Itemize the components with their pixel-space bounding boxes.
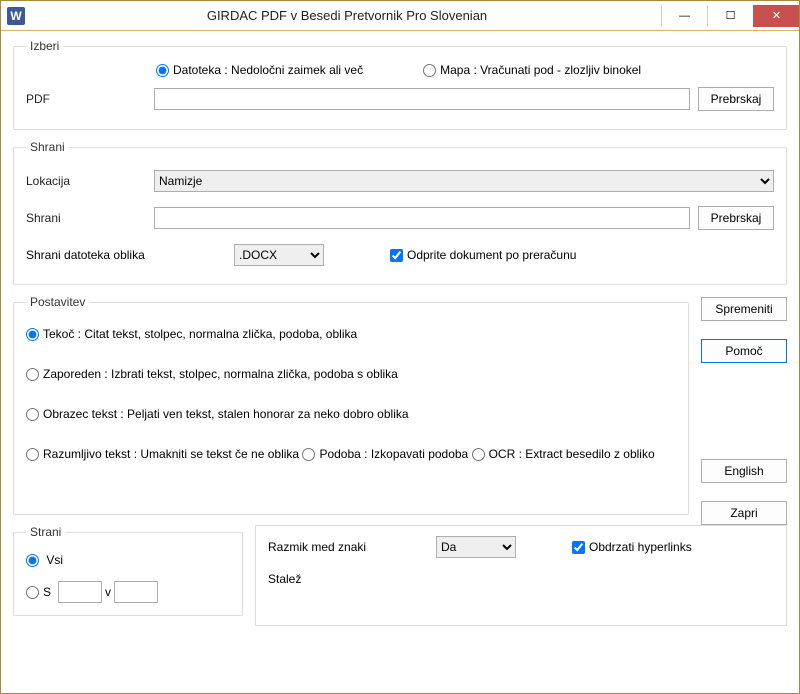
titlebar: W GIRDAC PDF v Besedi Pretvornik Pro Slo…	[1, 1, 799, 31]
strani-to-input[interactable]	[114, 581, 158, 603]
postavitev-legend: Postavitev	[26, 295, 89, 309]
maximize-button[interactable]: ☐	[707, 5, 753, 27]
open-after-label: Odprite dokument po preračunu	[407, 248, 576, 262]
radio-mapa-label: Mapa : Vračunati pod - zlozljiv binokel	[440, 63, 641, 77]
radio-ocr[interactable]: OCR : Extract besedilo z obliko	[472, 447, 655, 461]
radio-podoba-input[interactable]	[302, 448, 315, 461]
radio-mapa-input[interactable]	[423, 64, 436, 77]
shrani-legend: Shrani	[26, 140, 69, 154]
radio-s[interactable]: S v	[26, 581, 158, 603]
lokacija-select[interactable]: Namizje	[154, 170, 774, 192]
strani-v-label: v	[105, 585, 111, 599]
radio-obrazec[interactable]: Obrazec tekst : Peljati ven tekst, stale…	[26, 407, 409, 421]
radio-vsi[interactable]: Vsi	[26, 553, 230, 567]
radio-razumljivo-label: Razumljivo tekst : Umakniti se tekst če …	[43, 447, 299, 461]
stalez-label: Stalež	[268, 572, 418, 586]
close-button[interactable]: ✕	[753, 5, 799, 27]
hyperlinks-label: Obdrzati hyperlinks	[589, 540, 692, 554]
radio-zaporeden-label: Zaporeden : Izbrati tekst, stolpec, norm…	[43, 367, 398, 381]
radio-podoba-label: Podoba : Izkopavati podoba	[319, 447, 468, 461]
radio-tekoc[interactable]: Tekoč : Citat tekst, stolpec, normalna z…	[26, 327, 357, 341]
radio-razumljivo-input[interactable]	[26, 448, 39, 461]
open-after-input[interactable]	[390, 249, 403, 262]
hyperlinks-checkbox[interactable]: Obdrzati hyperlinks	[572, 540, 692, 554]
english-button[interactable]: English	[701, 459, 787, 483]
radio-tekoc-input[interactable]	[26, 328, 39, 341]
radio-ocr-label: OCR : Extract besedilo z obliko	[489, 447, 655, 461]
pdf-input[interactable]	[154, 88, 690, 110]
radio-datoteka-label: Datoteka : Nedoločni zaimek ali več	[173, 63, 363, 77]
strani-legend: Strani	[26, 525, 65, 539]
app-icon: W	[7, 7, 25, 25]
radio-s-input[interactable]	[26, 586, 39, 599]
zapri-button[interactable]: Zapri	[701, 501, 787, 525]
razmik-label: Razmik med znaki	[268, 540, 418, 554]
radio-ocr-input[interactable]	[472, 448, 485, 461]
pdf-browse-button[interactable]: Prebrskaj	[698, 87, 774, 111]
radio-tekoc-label: Tekoč : Citat tekst, stolpec, normalna z…	[43, 327, 357, 341]
lokacija-label: Lokacija	[26, 174, 146, 188]
pdf-label: PDF	[26, 92, 146, 106]
razmik-select[interactable]: Da	[436, 536, 516, 558]
strani-group: Strani Vsi S v	[13, 525, 243, 616]
shrani-group: Shrani Lokacija Namizje Shrani Prebrskaj…	[13, 140, 787, 285]
open-after-checkbox[interactable]: Odprite dokument po preračunu	[390, 248, 576, 262]
minimize-button[interactable]: —	[661, 5, 707, 27]
radio-datoteka[interactable]: Datoteka : Nedoločni zaimek ali več	[156, 63, 363, 77]
pomoc-button[interactable]: Pomoč	[701, 339, 787, 363]
izberi-legend: Izberi	[26, 39, 63, 53]
radio-vsi-input[interactable]	[26, 554, 39, 567]
postavitev-group: Postavitev Tekoč : Citat tekst, stolpec,…	[13, 295, 689, 515]
strani-from-input[interactable]	[58, 581, 102, 603]
radio-s-label: S	[43, 585, 51, 599]
radio-obrazec-input[interactable]	[26, 408, 39, 421]
hyperlinks-input[interactable]	[572, 541, 585, 554]
bottom-right-panel: Razmik med znaki Da Obdrzati hyperlinks …	[255, 525, 787, 626]
radio-datoteka-input[interactable]	[156, 64, 169, 77]
shrani-browse-button[interactable]: Prebrskaj	[698, 206, 774, 230]
radio-vsi-label: Vsi	[46, 553, 63, 567]
radio-obrazec-label: Obrazec tekst : Peljati ven tekst, stale…	[43, 407, 409, 421]
spremeniti-button[interactable]: Spremeniti	[701, 297, 787, 321]
radio-mapa[interactable]: Mapa : Vračunati pod - zlozljiv binokel	[423, 63, 641, 77]
radio-zaporeden-input[interactable]	[26, 368, 39, 381]
shrani-label: Shrani	[26, 211, 146, 225]
izberi-group: Izberi Datoteka : Nedoločni zaimek ali v…	[13, 39, 787, 130]
radio-razumljivo[interactable]: Razumljivo tekst : Umakniti se tekst če …	[26, 447, 299, 461]
shrani-input[interactable]	[154, 207, 690, 229]
window-title: GIRDAC PDF v Besedi Pretvornik Pro Slove…	[33, 8, 661, 23]
format-label: Shrani datoteka oblika	[26, 248, 226, 262]
format-select[interactable]: .DOCX	[234, 244, 324, 266]
radio-podoba[interactable]: Podoba : Izkopavati podoba	[302, 447, 468, 461]
radio-zaporeden[interactable]: Zaporeden : Izbrati tekst, stolpec, norm…	[26, 367, 398, 381]
